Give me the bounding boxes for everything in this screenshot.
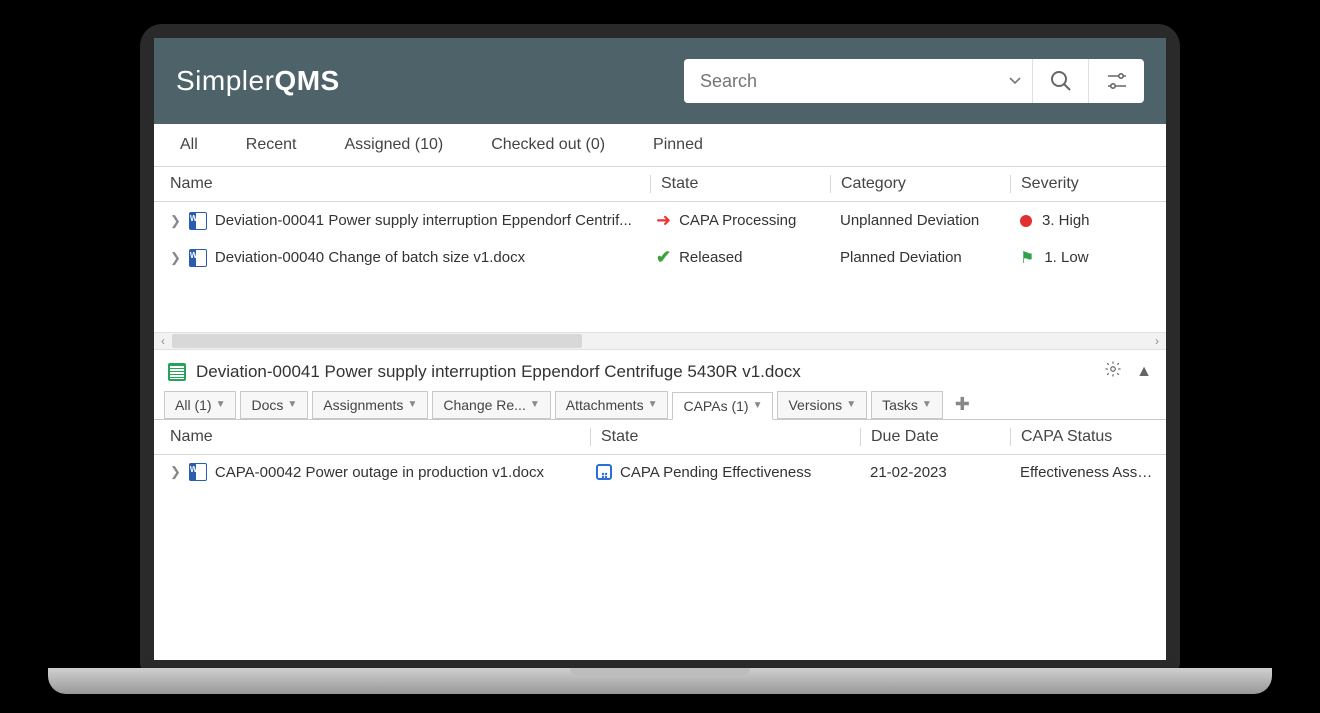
capa-col-state[interactable]: State bbox=[590, 428, 860, 446]
capa-due: 21-02-2023 bbox=[860, 464, 1010, 481]
top-bar: SimplerQMS bbox=[154, 38, 1166, 124]
chevron-down-icon: ▼ bbox=[287, 399, 297, 410]
capa-col-due[interactable]: Due Date bbox=[860, 428, 1010, 446]
detail-header: Deviation-00041 Power supply interruptio… bbox=[154, 350, 1166, 389]
table-row[interactable]: ❯ CAPA-00042 Power outage in production … bbox=[154, 455, 1166, 489]
chevron-down-icon bbox=[1009, 77, 1021, 85]
row-name: Deviation-00040 Change of batch size v1.… bbox=[215, 249, 525, 266]
chevron-down-icon: ▼ bbox=[753, 400, 763, 411]
severity-dot-icon bbox=[1020, 215, 1032, 227]
main-table-header: Name State Category Severity bbox=[154, 167, 1166, 202]
flag-icon: ⚑ bbox=[1020, 248, 1034, 268]
dtab-label: All (1) bbox=[175, 397, 212, 413]
chevron-down-icon: ▼ bbox=[846, 399, 856, 410]
add-tab-button[interactable]: ✚ bbox=[947, 389, 978, 420]
dtab-assignments[interactable]: Assignments ▼ bbox=[312, 391, 428, 419]
row-state: Released bbox=[679, 249, 742, 266]
search-icon bbox=[1049, 69, 1073, 93]
dtab-attachments[interactable]: Attachments ▼ bbox=[555, 391, 669, 419]
document-green-icon bbox=[168, 363, 186, 381]
row-severity: 3. High bbox=[1042, 212, 1090, 229]
expand-icon[interactable]: ❯ bbox=[170, 213, 181, 229]
col-header-state[interactable]: State bbox=[650, 175, 830, 193]
dtab-label: Assignments bbox=[323, 397, 403, 413]
search-dropdown[interactable] bbox=[998, 59, 1032, 103]
detail-tabs: All (1) ▼ Docs ▼ Assignments ▼ Change Re...… bbox=[154, 389, 1166, 420]
search-input[interactable] bbox=[684, 59, 998, 103]
dtab-all[interactable]: All (1) ▼ bbox=[164, 391, 236, 419]
expand-icon[interactable]: ❯ bbox=[170, 464, 181, 480]
filter-settings-button[interactable] bbox=[1088, 59, 1144, 103]
dtab-label: Attachments bbox=[566, 397, 644, 413]
collapse-icon[interactable]: ▲ bbox=[1136, 363, 1152, 381]
detail-title: Deviation-00041 Power supply interruptio… bbox=[196, 362, 801, 382]
logo-text-2: QMS bbox=[274, 65, 339, 97]
capa-col-status[interactable]: CAPA Status bbox=[1010, 428, 1156, 446]
tab-pinned[interactable]: Pinned bbox=[653, 136, 703, 154]
chevron-down-icon: ▼ bbox=[530, 399, 540, 410]
calendar-icon bbox=[596, 464, 612, 480]
dtab-versions[interactable]: Versions ▼ bbox=[777, 391, 867, 419]
dtab-capas[interactable]: CAPAs (1) ▼ bbox=[672, 392, 773, 420]
logo: SimplerQMS bbox=[176, 65, 340, 97]
dtab-change-re[interactable]: Change Re... ▼ bbox=[432, 391, 550, 419]
word-doc-icon bbox=[189, 249, 207, 267]
chevron-down-icon: ▼ bbox=[922, 399, 932, 410]
search-button[interactable] bbox=[1032, 59, 1088, 103]
capa-status: Effectiveness Asse... bbox=[1010, 464, 1156, 481]
word-doc-icon bbox=[189, 212, 207, 230]
row-severity: 1. Low bbox=[1044, 249, 1088, 266]
dtab-label: Versions bbox=[788, 397, 842, 413]
dtab-tasks[interactable]: Tasks ▼ bbox=[871, 391, 943, 419]
scroll-left-icon[interactable]: ‹ bbox=[154, 334, 172, 348]
row-name: Deviation-00041 Power supply interruptio… bbox=[215, 212, 632, 229]
dtab-label: CAPAs (1) bbox=[683, 398, 748, 414]
table-row[interactable]: ❯ Deviation-00040 Change of batch size v… bbox=[154, 239, 1166, 276]
col-header-category[interactable]: Category bbox=[830, 175, 1010, 193]
sliders-icon bbox=[1106, 72, 1128, 90]
arrow-right-icon: ➜ bbox=[656, 210, 671, 231]
row-category: Unplanned Deviation bbox=[830, 212, 1010, 229]
capa-state: CAPA Pending Effectiveness bbox=[620, 464, 811, 481]
tab-all[interactable]: All bbox=[180, 136, 198, 154]
col-header-severity[interactable]: Severity bbox=[1010, 175, 1156, 193]
capa-name: CAPA-00042 Power outage in production v1… bbox=[215, 464, 544, 481]
gear-icon[interactable] bbox=[1104, 360, 1122, 383]
scrollbar-thumb[interactable] bbox=[172, 334, 582, 348]
tab-assigned[interactable]: Assigned (10) bbox=[344, 136, 443, 154]
scroll-right-icon[interactable]: › bbox=[1148, 334, 1166, 348]
dtab-label: Tasks bbox=[882, 397, 918, 413]
tab-checked-out[interactable]: Checked out (0) bbox=[491, 136, 605, 154]
capa-table-header: Name State Due Date CAPA Status bbox=[154, 420, 1166, 455]
col-header-name[interactable]: Name bbox=[170, 175, 650, 193]
logo-text-1: Simpler bbox=[176, 65, 274, 97]
horizontal-scrollbar[interactable]: ‹ › bbox=[154, 332, 1166, 350]
expand-icon[interactable]: ❯ bbox=[170, 250, 181, 266]
chevron-down-icon: ▼ bbox=[648, 399, 658, 410]
table-row[interactable]: ❯ Deviation-00041 Power supply interrupt… bbox=[154, 202, 1166, 239]
checkmark-icon: ✔ bbox=[656, 247, 671, 268]
laptop-notch bbox=[570, 668, 750, 678]
scrollbar-track[interactable] bbox=[172, 334, 1148, 348]
row-state: CAPA Processing bbox=[679, 212, 796, 229]
search-bar bbox=[684, 59, 1144, 103]
chevron-down-icon: ▼ bbox=[407, 399, 417, 410]
chevron-down-icon: ▼ bbox=[216, 399, 226, 410]
filter-tabs: All Recent Assigned (10) Checked out (0)… bbox=[154, 124, 1166, 167]
tab-recent[interactable]: Recent bbox=[246, 136, 297, 154]
capa-col-name[interactable]: Name bbox=[170, 428, 590, 446]
dtab-label: Change Re... bbox=[443, 397, 526, 413]
dtab-label: Docs bbox=[251, 397, 283, 413]
row-category: Planned Deviation bbox=[830, 249, 1010, 266]
app-screen: SimplerQMS All Rec bbox=[154, 38, 1166, 660]
word-doc-icon bbox=[189, 463, 207, 481]
dtab-docs[interactable]: Docs ▼ bbox=[240, 391, 308, 419]
